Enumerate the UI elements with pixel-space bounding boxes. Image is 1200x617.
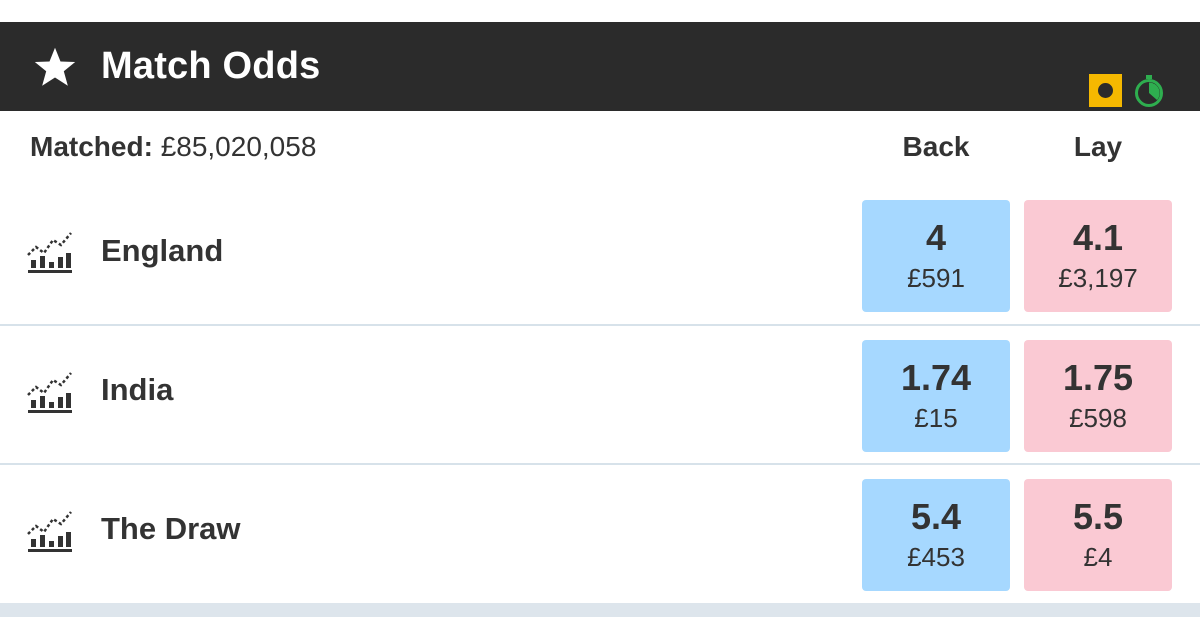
matched-value: £85,020,058 (160, 131, 317, 162)
chart-icon[interactable] (26, 369, 74, 415)
star-icon[interactable] (32, 45, 78, 89)
lay-stake: £3,197 (1058, 263, 1138, 293)
back-price-button[interactable]: 5.4 £453 (862, 479, 1010, 591)
chart-icon[interactable] (26, 508, 74, 554)
lay-odds: 1.75 (1062, 357, 1134, 398)
back-odds: 4 (925, 217, 947, 258)
back-odds: 1.74 (900, 357, 972, 398)
chart-icon[interactable] (26, 229, 74, 275)
lay-stake: £4 (1083, 542, 1113, 572)
in-play-icon (1089, 74, 1122, 107)
back-column-header: Back (902, 131, 970, 162)
back-price-button[interactable]: 4 £591 (862, 200, 1010, 312)
matched-label: Matched: (30, 131, 153, 162)
runner-name: England (101, 233, 224, 268)
footer-band (0, 603, 1200, 617)
runner-row-the-draw: The Draw 5.4 £453 5.5 £4 (0, 465, 1200, 603)
back-price-button[interactable]: 1.74 £15 (862, 340, 1010, 452)
runner-row-england: England 4 £591 4.1 £3,197 (0, 189, 1200, 329)
runner-name: India (101, 372, 174, 407)
lay-odds: 5.5 (1072, 496, 1124, 537)
back-stake: £15 (914, 403, 958, 433)
lay-odds: 4.1 (1072, 217, 1124, 258)
back-stake: £453 (907, 542, 965, 572)
lay-price-button[interactable]: 1.75 £598 (1024, 340, 1172, 452)
lay-stake: £598 (1069, 403, 1127, 433)
lay-price-button[interactable]: 5.5 £4 (1024, 479, 1172, 591)
lay-column-header: Lay (1073, 131, 1123, 162)
back-odds: 5.4 (910, 496, 962, 537)
runner-name: The Draw (101, 511, 241, 546)
market-header: Match Odds (0, 22, 1200, 111)
market-summary: Matched: £85,020,058 Back Lay (0, 111, 1200, 189)
market-panel: Match Odds Matched: £85,020,058 Back Lay (0, 0, 1200, 617)
market-title: Match Odds (101, 45, 321, 87)
matched-amount: Matched: £85,020,058 (30, 131, 316, 163)
back-stake: £591 (907, 263, 965, 293)
timer-icon (1135, 75, 1163, 107)
lay-price-button[interactable]: 4.1 £3,197 (1024, 200, 1172, 312)
runner-row-india: India 1.74 £15 1.75 £598 (0, 326, 1200, 466)
